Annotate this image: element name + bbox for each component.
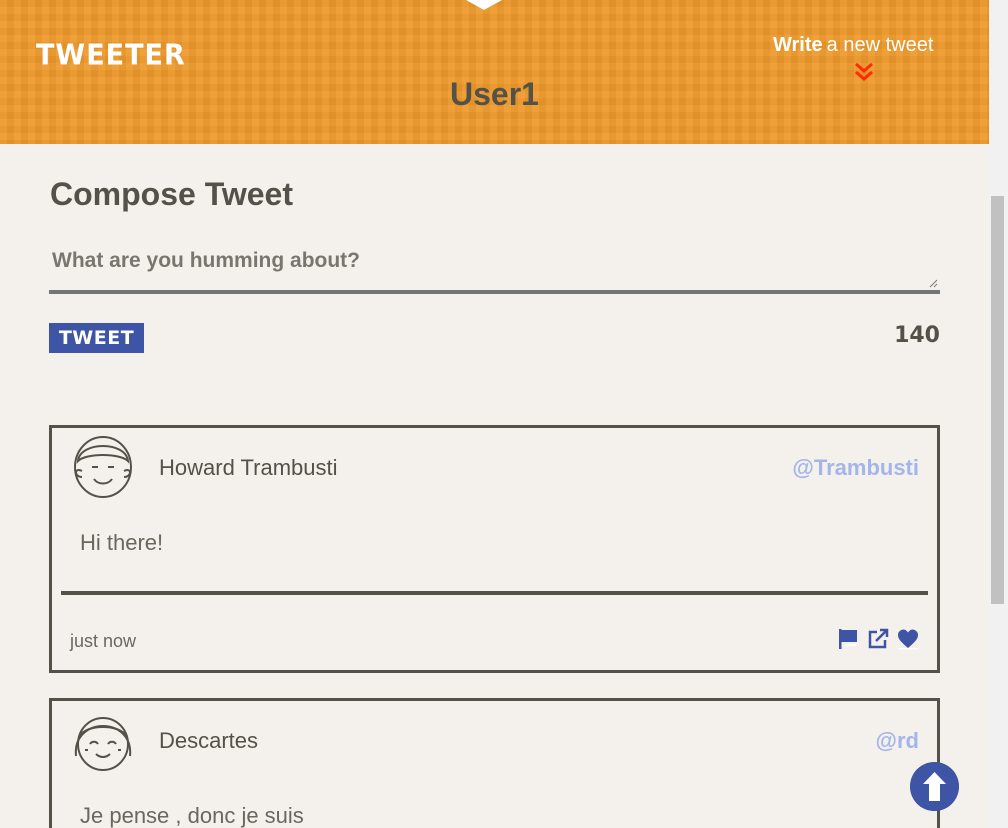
- site-header: TWEETER Write a new tweet User1: [0, 0, 989, 144]
- tweet-actions: [837, 628, 919, 650]
- header-notch: [466, 0, 502, 10]
- boy-avatar-icon: [74, 436, 132, 498]
- character-counter: 140: [894, 323, 940, 348]
- write-new-tweet-link[interactable]: Write a new tweet: [773, 34, 933, 57]
- tweet-content: Hi there!: [80, 530, 164, 555]
- heart-icon[interactable]: [897, 628, 919, 650]
- flag-icon[interactable]: [837, 628, 859, 650]
- resize-grip-icon[interactable]: [928, 278, 938, 288]
- tweet-author-handle[interactable]: @Trambusti: [792, 455, 919, 481]
- arrow-up-circle-icon[interactable]: [910, 762, 959, 811]
- site-logo[interactable]: TWEETER: [36, 39, 186, 72]
- tweet-author-handle[interactable]: @rd: [876, 728, 919, 754]
- tweet-submit-button[interactable]: TWEET: [49, 323, 144, 353]
- compose-title: Compose Tweet: [50, 176, 293, 212]
- tweet-divider: [61, 591, 928, 595]
- share-icon[interactable]: [867, 628, 889, 650]
- tweet-author-name: Howard Trambusti: [159, 455, 338, 480]
- scrollbar-thumb[interactable]: [991, 196, 1004, 604]
- write-rest-label: a new tweet: [826, 34, 934, 56]
- tweet-content: Je pense , donc je suis: [80, 803, 304, 828]
- tweet-textarea[interactable]: [49, 240, 940, 294]
- write-label: Write: [773, 34, 823, 56]
- tweet-author-name: Descartes: [159, 728, 259, 753]
- profile-username: User1: [450, 76, 539, 112]
- tweet-card: Howard Trambusti @Trambusti Hi there! ju…: [49, 425, 940, 673]
- tweet-card: Descartes @rd Je pense , donc je suis: [49, 698, 940, 828]
- girl-avatar-icon: [74, 717, 132, 771]
- tweet-timestamp: just now: [70, 631, 137, 651]
